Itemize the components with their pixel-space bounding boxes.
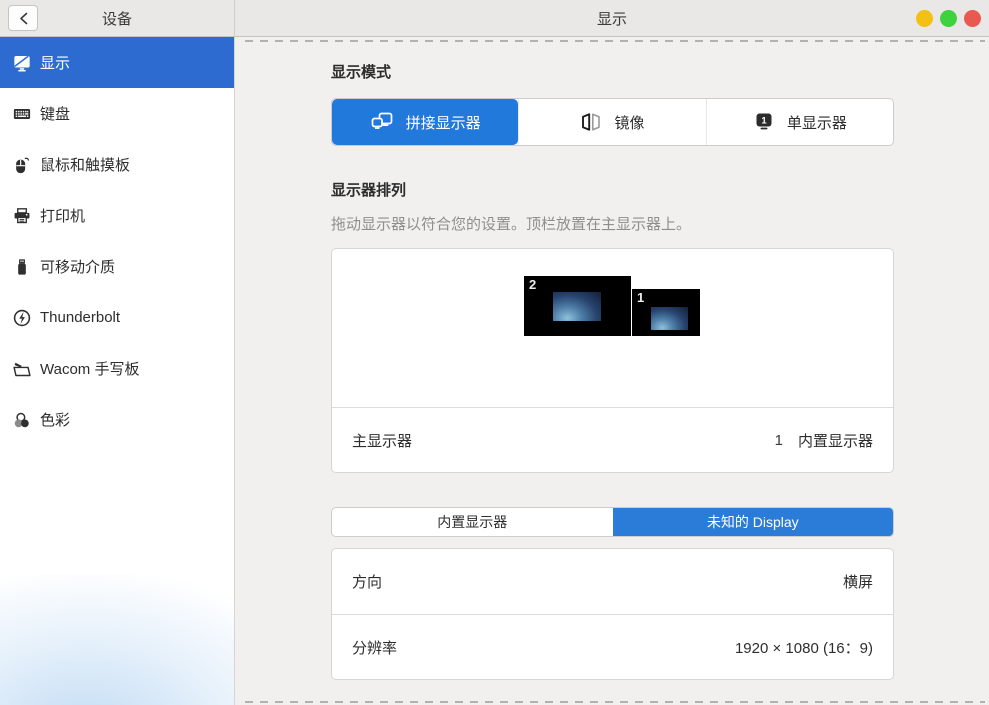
orientation-value: 横屏 (843, 571, 873, 592)
sidebar-item-label: Wacom 手写板 (40, 358, 139, 379)
primary-display-row[interactable]: 主显示器 1 内置显示器 (332, 407, 893, 472)
tab-unknown-display[interactable]: 未知的 Display (613, 508, 894, 536)
color-icon (13, 411, 31, 429)
monitor-arrangement-area[interactable]: 2 1 (332, 249, 893, 407)
svg-text:1: 1 (761, 116, 767, 127)
window-controls (916, 0, 981, 37)
sidebar-item-color[interactable]: 色彩 (0, 394, 234, 445)
sidebar-item-wacom-tablet[interactable]: Wacom 手写板 (0, 343, 234, 394)
monitor-thumbnail-2[interactable]: 2 (524, 276, 631, 336)
wacom-tablet-icon (13, 360, 31, 378)
minimize-button[interactable] (916, 10, 933, 27)
resolution-row[interactable]: 分辨率 1920 × 1080 (16：9) (332, 614, 893, 679)
monitor-selector-tabs: 内置显示器 未知的 Display (331, 507, 894, 537)
arrangement-card: 2 1 主显示器 1 内置显示器 (331, 248, 894, 473)
sidebar-item-display[interactable]: 显示 (0, 37, 234, 88)
monitor-settings-card: 方向 横屏 分辨率 1920 × 1080 (16：9) (331, 548, 894, 680)
monitor-number: 1 (637, 290, 644, 305)
resolution-value: 1920 × 1080 (16：9) (735, 637, 873, 658)
maximize-button[interactable] (940, 10, 957, 27)
printer-icon (13, 207, 31, 225)
mouse-icon (13, 156, 31, 174)
display-mode-heading: 显示模式 (331, 61, 894, 82)
sidebar-item-printers[interactable]: 打印机 (0, 190, 234, 241)
mirror-icon (580, 111, 602, 133)
monitor-wallpaper (553, 292, 601, 321)
sidebar-item-removable-media[interactable]: 可移动介质 (0, 241, 234, 292)
back-chevron-icon (19, 12, 28, 25)
sidebar-item-label: 鼠标和触摸板 (40, 154, 130, 175)
header-sidebar-section: 设备 (0, 0, 235, 37)
display-icon (13, 54, 31, 72)
mode-join-displays[interactable]: 拼接显示器 (332, 99, 518, 145)
arrangement-hint: 拖动显示器以符合您的设置。顶栏放置在主显示器上。 (331, 213, 894, 234)
single-display-icon: 1 (753, 111, 775, 133)
back-button[interactable] (8, 5, 38, 31)
sidebar-item-label: 色彩 (40, 409, 70, 430)
scroll-edge-indicator-bottom (245, 701, 985, 703)
header-bar: 设备 显示 (0, 0, 989, 37)
display-mode-segmented-control: 拼接显示器 镜像 1 单显示器 (331, 98, 894, 146)
sidebar-item-keyboard[interactable]: 键盘 (0, 88, 234, 139)
primary-display-value: 1 内置显示器 (775, 430, 873, 451)
mode-mirror[interactable]: 镜像 (518, 99, 705, 145)
display-settings-content: 显示模式 拼接显示器 镜像 1 单显示器 显示器排列 拖 (331, 37, 894, 700)
display-settings-panel: 显示模式 拼接显示器 镜像 1 单显示器 显示器排列 拖 (236, 37, 989, 705)
header-main-section: 显示 (235, 0, 989, 37)
mode-label: 拼接显示器 (406, 112, 481, 133)
join-displays-icon (370, 111, 394, 133)
keyboard-icon (13, 105, 31, 123)
close-button[interactable] (964, 10, 981, 27)
monitor-number: 2 (529, 277, 536, 292)
tab-builtin-display[interactable]: 内置显示器 (332, 508, 613, 536)
mode-single-display[interactable]: 1 单显示器 (706, 99, 893, 145)
page-title: 显示 (235, 8, 989, 29)
settings-sidebar: 显示 键盘 鼠标和触摸板 打印机 可移动介质 Thunderbolt (0, 37, 235, 705)
orientation-row[interactable]: 方向 横屏 (332, 549, 893, 614)
sidebar-item-label: 键盘 (40, 103, 70, 124)
mode-label: 镜像 (614, 112, 644, 133)
arrangement-heading: 显示器排列 (331, 179, 894, 200)
resolution-label: 分辨率 (352, 637, 397, 658)
usb-drive-icon (13, 258, 31, 276)
sidebar-item-label: 显示 (40, 52, 70, 73)
sidebar-item-thunderbolt[interactable]: Thunderbolt (0, 292, 234, 343)
sidebar-item-mouse-touchpad[interactable]: 鼠标和触摸板 (0, 139, 234, 190)
sidebar-item-label: 可移动介质 (40, 256, 115, 277)
sidebar-item-label: Thunderbolt (40, 309, 120, 326)
mode-label: 单显示器 (787, 112, 847, 133)
monitor-wallpaper (651, 307, 688, 330)
thunderbolt-icon (13, 309, 31, 327)
sidebar-item-label: 打印机 (40, 205, 85, 226)
primary-display-label: 主显示器 (352, 430, 412, 451)
monitor-thumbnail-1[interactable]: 1 (632, 289, 700, 336)
orientation-label: 方向 (352, 571, 382, 592)
primary-display-name: 内置显示器 (798, 430, 873, 451)
primary-display-number: 1 (775, 432, 783, 449)
